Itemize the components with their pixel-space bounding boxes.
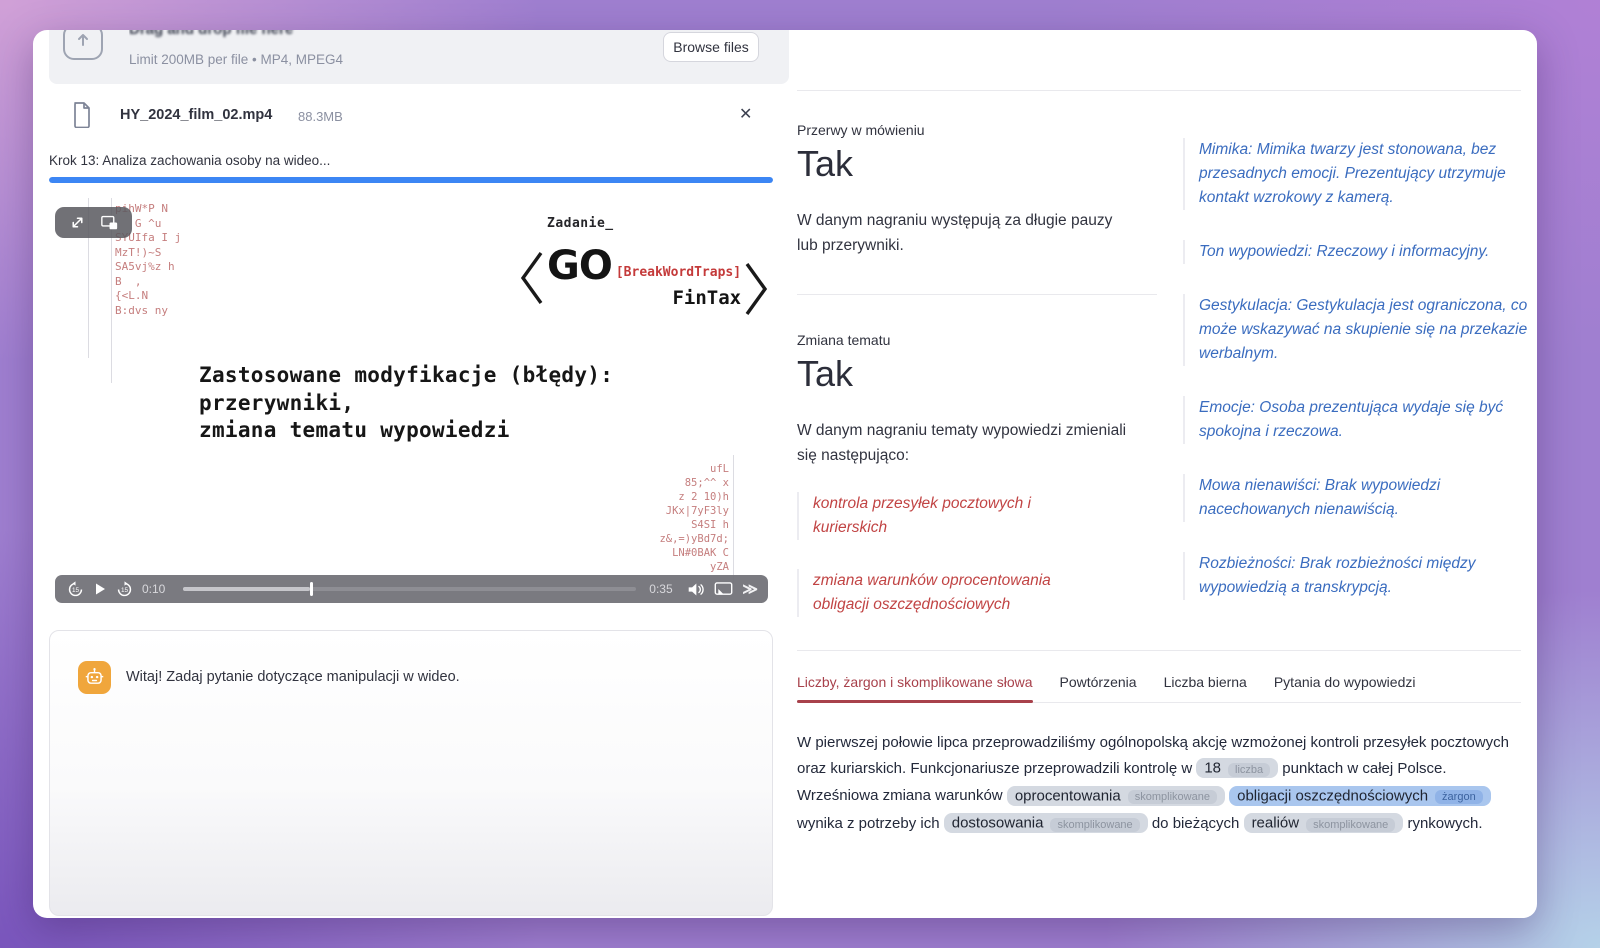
- observation-quote: Gestykulacja: Gestykulacja jest ogranicz…: [1183, 294, 1535, 366]
- video-glitch-text-right: ufL85;^^ xz 2 10)hJKx|7yF3lyS4SI hz&,=)y…: [609, 462, 729, 574]
- uploaded-file-size: 88.3MB: [298, 109, 343, 124]
- observation-quote: Rozbieżności: Brak rozbieżności między w…: [1183, 552, 1535, 600]
- remove-file-button[interactable]: ✕: [739, 104, 752, 124]
- svg-text:15: 15: [72, 587, 80, 594]
- drag-drop-hint-cropped: Drag and drop file here: [129, 30, 389, 43]
- logo-right-chevron-icon: [743, 258, 771, 320]
- glitch-text-line: z&,=)yBd7d;: [609, 532, 729, 546]
- duration-time: 0:35: [649, 582, 677, 596]
- glitch-text-line: {<L.N: [115, 289, 181, 304]
- upload-cloud-icon: [63, 30, 103, 60]
- seek-bar-played: [183, 587, 310, 591]
- app-window: Drag and drop file here Limit 200MB per …: [33, 30, 1537, 918]
- transcript-token-complex: realiówskomplikowane: [1244, 813, 1404, 833]
- transcript-token-complex: oprocentowaniaskomplikowane: [1007, 786, 1225, 806]
- tab-0[interactable]: Liczby, żargon i skomplikowane słowa: [797, 674, 1033, 702]
- glitch-text-line: MzT!)~S: [115, 246, 181, 261]
- behavior-observations-list: Mimika: Mimika twarzy jest stonowana, be…: [1183, 138, 1535, 600]
- file-document-icon: [72, 102, 92, 133]
- metric-label-topic-change: Zmiana tematu: [797, 332, 890, 348]
- glitch-text-line: B:dvs ny: [115, 304, 181, 319]
- glitch-text-line: z 2 10)h: [609, 490, 729, 504]
- video-overlay-buttons: [55, 207, 132, 238]
- breakwordtraps-logo: GO [BreakWordTraps] FinTax: [517, 236, 771, 320]
- step-progress-fill: [49, 177, 773, 183]
- transcript-token-jargon: obligacji oszczędnościowychżargon: [1229, 786, 1491, 806]
- transcript-token-complex: dostosowaniaskomplikowane: [944, 813, 1148, 833]
- play-icon[interactable]: [93, 582, 107, 596]
- video-caption: Zastosowane modyfikacje (błędy): przeryw…: [199, 362, 613, 445]
- divider: [797, 650, 1521, 651]
- logo-fintax-text: FinTax: [547, 287, 741, 309]
- svg-text:15: 15: [121, 587, 129, 594]
- browse-files-button[interactable]: Browse files: [663, 32, 759, 62]
- topic-quote: kontrola przesyłek pocztowych i kuriersk…: [797, 492, 1107, 540]
- seek-handle[interactable]: [310, 582, 314, 596]
- video-controls-bar[interactable]: 15 15 0:10 0:35 ≫: [55, 575, 768, 603]
- observation-quote: Mimika: Mimika twarzy jest stonowana, be…: [1183, 138, 1535, 210]
- metric-description-pauses: W danym nagraniu występują za długie pau…: [797, 208, 1127, 258]
- caption-line: zmiana tematu wypowiedzi: [199, 417, 613, 445]
- transcript-segment: do bieżących: [1148, 815, 1244, 832]
- fullscreen-icon[interactable]: [69, 214, 86, 231]
- topic-quote: zmiana warunków oprocentowania obligacji…: [797, 569, 1107, 617]
- logo-go-text: GO: [547, 247, 612, 285]
- token-tag: skomplikowane: [1306, 818, 1395, 832]
- divider: [797, 294, 1157, 295]
- tab-2[interactable]: Liczba bierna: [1164, 674, 1247, 702]
- robot-icon: [84, 667, 105, 688]
- tab-1[interactable]: Powtórzenia: [1060, 674, 1137, 702]
- glitch-text-line: JKx|7yF3ly: [609, 504, 729, 518]
- token-tag: liczba: [1228, 763, 1270, 777]
- metric-label-pauses: Przerwy w mówieniu: [797, 122, 925, 138]
- step-progress-bar: [49, 177, 773, 183]
- topic-quotes-list: kontrola przesyłek pocztowych i kuriersk…: [797, 492, 1107, 617]
- token-tag: skomplikowane: [1050, 818, 1139, 832]
- caption-line: Zastosowane modyfikacje (błędy):: [199, 362, 613, 390]
- glitch-text-line: SA5vj%z h: [115, 260, 181, 275]
- video-glitch-line: [733, 455, 734, 590]
- glitch-text-line: ufL: [609, 462, 729, 476]
- annotated-transcript: W pierwszej połowie lipca przeprowadzili…: [797, 730, 1511, 838]
- glitch-text-line: 85;^^ x: [609, 476, 729, 490]
- cast-screen-icon[interactable]: [714, 581, 733, 597]
- glitch-text-line: yZA: [609, 560, 729, 574]
- transcript-token-number: 18liczba: [1196, 758, 1278, 778]
- chat-panel[interactable]: Witaj! Zadaj pytanie dotyczące manipulac…: [49, 630, 773, 916]
- uploaded-file-name: HY_2024_film_02.mp4: [120, 107, 272, 123]
- metric-description-topic-change: W danym nagraniu tematy wypowiedzi zmien…: [797, 418, 1142, 468]
- analysis-tabs: Liczby, żargon i skomplikowane słowa Powt…: [797, 674, 1521, 703]
- seek-bar[interactable]: [183, 587, 636, 591]
- caption-line: przerywniki,: [199, 390, 613, 418]
- token-tag: żargon: [1435, 790, 1483, 804]
- video-task-label: Zadanie_: [547, 216, 614, 231]
- step-progress-label: Krok 13: Analiza zachowania osoby na wid…: [49, 153, 330, 168]
- glitch-text-line: B ,: [115, 275, 181, 290]
- glitch-text-line: LN#0BAK C: [609, 546, 729, 560]
- bot-welcome-message: Witaj! Zadaj pytanie dotyczące manipulac…: [126, 669, 460, 685]
- desktop-background: { "uploader": { "drag_hint": "Drag and d…: [0, 0, 1600, 948]
- logo-bracket-text: [BreakWordTraps]: [616, 265, 741, 280]
- rewind-15-icon[interactable]: 15: [67, 581, 84, 598]
- glitch-text-line: S4SI h: [609, 518, 729, 532]
- token-tag: skomplikowane: [1128, 790, 1217, 804]
- more-controls-icon[interactable]: ≫: [742, 580, 756, 598]
- volume-icon[interactable]: [686, 581, 705, 598]
- forward-15-icon[interactable]: 15: [116, 581, 133, 598]
- transcript-segment: wynika z potrzeby ich: [797, 815, 944, 832]
- logo-left-chevron-icon: [517, 247, 545, 309]
- video-player[interactable]: pihW*P N G ^uSYUIfa I jMzT!)~SSA5vj%z hB…: [49, 190, 773, 605]
- upload-limit-caption: Limit 200MB per file • MP4, MPEG4: [129, 52, 343, 67]
- bot-avatar: [78, 661, 111, 694]
- divider: [797, 90, 1521, 91]
- current-time: 0:10: [142, 582, 170, 596]
- metric-value-pauses: Tak: [797, 142, 853, 186]
- observation-quote: Ton wypowiedzi: Rzeczowy i informacyjny.: [1183, 240, 1535, 264]
- tab-3[interactable]: Pytania do wypowiedzi: [1274, 674, 1416, 702]
- observation-quote: Emocje: Osoba prezentująca wydaje się by…: [1183, 396, 1535, 444]
- metric-value-topic-change: Tak: [797, 352, 853, 396]
- picture-in-picture-icon[interactable]: [100, 214, 119, 231]
- transcript-segment: rynkowych.: [1403, 815, 1482, 832]
- observation-quote: Mowa nienawiści: Brak wypowiedzi nacecho…: [1183, 474, 1535, 522]
